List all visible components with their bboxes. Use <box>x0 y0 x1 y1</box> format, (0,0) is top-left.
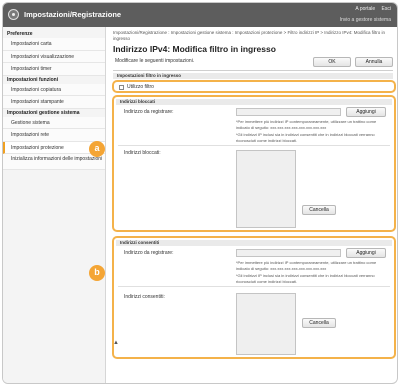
sidebar-group-functions: Impostazioni funzioni <box>7 76 59 83</box>
app-title: Impostazioni/Registrazione <box>24 10 122 19</box>
allowed-range-note: *Per immettere più indirizzi IP contempo… <box>236 260 377 271</box>
sidebar-item-copy[interactable]: Impostazioni copiatura <box>3 83 105 96</box>
callout-a: a <box>89 141 105 157</box>
toolbar: Modificare le seguenti impostazioni. OK … <box>113 57 393 67</box>
sidebar-group-preferences: Preferenze <box>7 31 33 37</box>
cancel-button[interactable]: Annulla <box>355 57 393 67</box>
logout-link[interactable]: Esci <box>382 6 391 12</box>
main-content: Impostazioni/Registrazione : Impostazion… <box>107 27 397 383</box>
app-window: Impostazioni/Registrazione A portale Esc… <box>2 2 398 384</box>
sidebar-item-printer[interactable]: Impostazioni stampante <box>3 96 105 109</box>
settings-logo-icon <box>8 9 19 20</box>
mail-admin-link[interactable]: Invio a gestore sistema <box>340 17 391 23</box>
page-title: Indirizzo IPv4: Modifica filtro in ingre… <box>113 44 276 54</box>
instruction-text: Modificare le seguenti impostazioni. <box>115 58 195 64</box>
sidebar-item-initialize[interactable]: Inizializza informazioni delle impostazi… <box>3 154 105 170</box>
sidebar-item-network[interactable]: Impostazioni rete <box>3 129 105 142</box>
blocked-range-note: *Per immettere più indirizzi IP contempo… <box>236 119 377 130</box>
use-filter-label: Utilizzo filtro <box>127 84 154 90</box>
scroll-to-top-icon[interactable]: ▲ <box>113 340 119 346</box>
sidebar-item-timer[interactable]: Impostazioni timer <box>3 63 105 76</box>
top-bar: Impostazioni/Registrazione A portale Esc… <box>3 3 397 27</box>
breadcrumb: Impostazioni/Registrazione : Impostazion… <box>113 30 386 41</box>
allowed-addresses-list[interactable] <box>236 293 296 355</box>
use-filter-panel: Utilizzo filtro <box>112 80 396 93</box>
row-divider <box>118 145 390 146</box>
allowed-priority-note: *Gli indirizzi IP inclusi sia in indiriz… <box>236 273 375 284</box>
blocked-address-input[interactable] <box>236 108 341 116</box>
allowed-delete-button[interactable]: Cancella <box>302 318 336 328</box>
sidebar-group-system: Impostazioni gestione sistema <box>7 109 80 116</box>
row-divider <box>118 286 390 287</box>
divider <box>113 70 393 71</box>
blocked-addresses-panel: Indirizzi bloccati Indirizzo da registra… <box>112 95 396 232</box>
allowed-address-input[interactable] <box>236 249 341 257</box>
blocked-priority-note: *Gli indirizzi IP inclusi sia in indiriz… <box>236 132 375 143</box>
filter-settings-header: Impostazioni filtro in ingresso <box>113 73 393 79</box>
blocked-add-button[interactable]: Aggiungi <box>346 107 386 117</box>
allowed-addresses-panel: Indirizzi consentiti Indirizzo da regist… <box>112 236 396 359</box>
allowed-register-label: Indirizzo da registrare: <box>124 250 174 256</box>
blocked-register-label: Indirizzo da registrare: <box>124 109 174 115</box>
top-links: A portale Esci <box>350 6 391 12</box>
blocked-list-label: Indirizzi bloccati: <box>124 150 161 156</box>
allowed-list-label: Indirizzi consentiti: <box>124 294 165 300</box>
allowed-add-button[interactable]: Aggiungi <box>346 248 386 258</box>
blocked-addresses-header: Indirizzi bloccati <box>116 99 392 105</box>
ok-button[interactable]: OK <box>313 57 351 67</box>
sidebar-item-system-management[interactable]: Gestione sistema <box>3 116 105 129</box>
blocked-delete-button[interactable]: Cancella <box>302 205 336 215</box>
callout-b: b <box>89 265 105 281</box>
sidebar: Preferenze Impostazioni carta Impostazio… <box>3 27 106 383</box>
use-filter-checkbox[interactable] <box>119 85 124 90</box>
portal-link[interactable]: A portale <box>355 6 375 12</box>
allowed-addresses-header: Indirizzi consentiti <box>116 240 392 246</box>
sidebar-item-paper[interactable]: Impostazioni carta <box>3 38 105 51</box>
sidebar-item-display[interactable]: Impostazioni visualizzazione <box>3 50 105 63</box>
blocked-addresses-list[interactable] <box>236 150 296 228</box>
